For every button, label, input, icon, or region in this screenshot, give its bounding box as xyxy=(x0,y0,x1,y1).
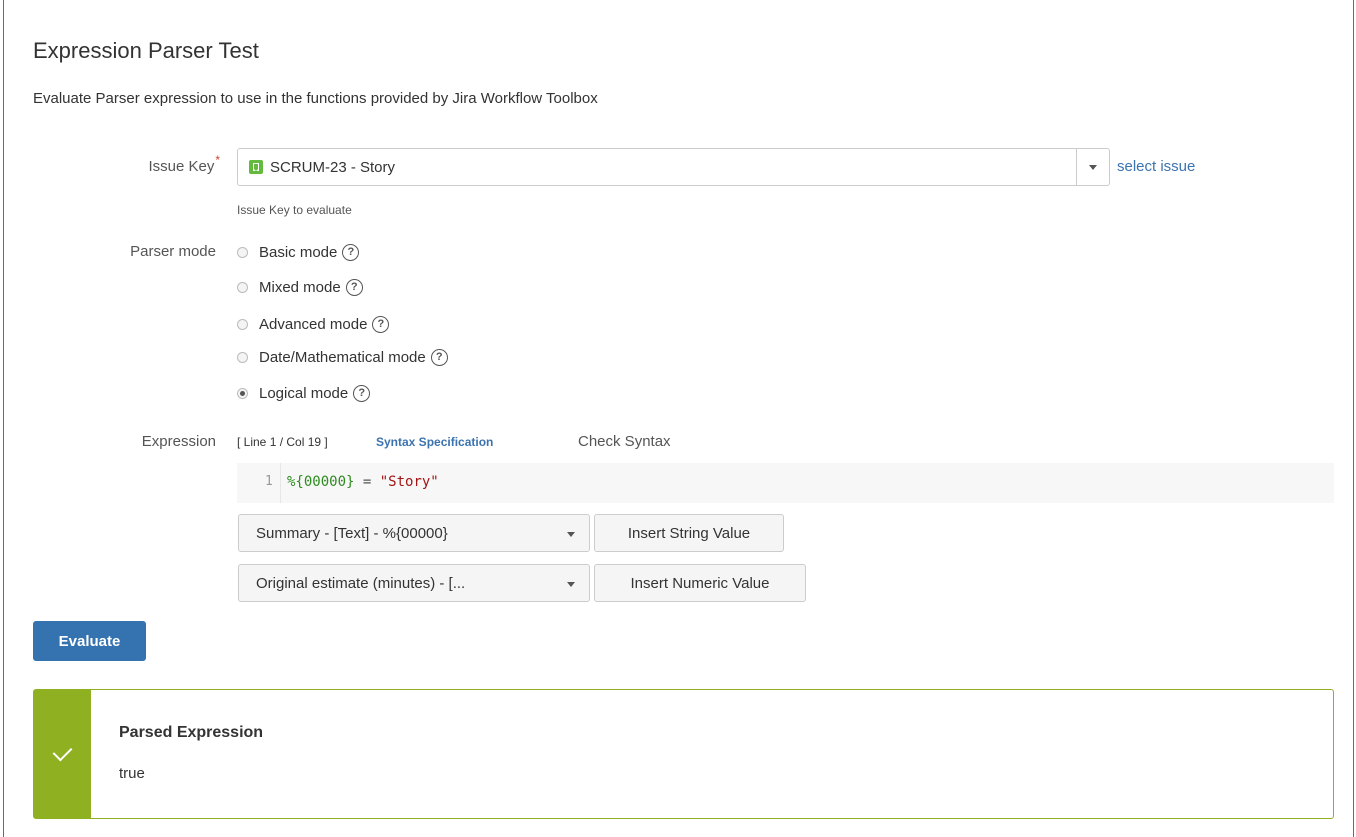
check-syntax-link[interactable]: Check Syntax xyxy=(578,433,671,450)
issue-key-hint: Issue Key to evaluate xyxy=(237,203,352,217)
issue-key-value: SCRUM-23 - Story xyxy=(270,158,396,176)
code-field-token: %{00000} xyxy=(287,474,355,490)
parser-mode-label: Parser mode xyxy=(130,243,216,260)
line-number: 1 xyxy=(265,474,273,489)
radio-button[interactable] xyxy=(237,318,248,330)
result-panel: Parsed Expression true xyxy=(33,689,1334,819)
radio-button-checked[interactable] xyxy=(237,387,248,399)
radio-basic-mode[interactable]: Basic mode ? xyxy=(237,241,360,263)
required-marker: * xyxy=(215,153,220,167)
check-icon xyxy=(52,741,73,761)
chevron-down-icon xyxy=(1089,164,1097,170)
radio-button[interactable] xyxy=(237,281,248,293)
help-icon[interactable]: ? xyxy=(353,384,371,402)
radio-button[interactable] xyxy=(237,351,248,363)
radio-date-mathematical-mode[interactable]: Date/Mathematical mode ? xyxy=(237,346,448,368)
select-issue-link[interactable]: select issue xyxy=(1117,158,1195,175)
issue-key-label: Issue Key* xyxy=(100,153,220,175)
chevron-down-icon xyxy=(567,532,575,537)
radio-label: Advanced mode xyxy=(259,315,368,333)
cursor-position: [ Line 1 / Col 19 ] xyxy=(237,435,328,449)
page-title: Expression Parser Test xyxy=(33,38,259,63)
result-title: Parsed Expression xyxy=(119,724,264,741)
success-bar xyxy=(34,690,91,818)
chevron-down-icon xyxy=(567,582,575,587)
numeric-field-select-value: Original estimate (minutes) - [... xyxy=(256,574,466,592)
radio-label: Logical mode xyxy=(259,384,349,402)
string-field-select-value: Summary - [Text] - %{00000} xyxy=(256,524,448,542)
radio-label: Date/Mathematical mode xyxy=(259,348,426,366)
story-icon xyxy=(249,160,263,174)
numeric-field-select[interactable]: Original estimate (minutes) - [... xyxy=(238,564,590,602)
expression-editor[interactable]: 1 %{00000} = "Story" xyxy=(237,463,1334,503)
expression-label: Expression xyxy=(141,433,216,450)
code-line[interactable]: %{00000} = "Story" xyxy=(287,474,439,490)
issue-key-dropdown-toggle[interactable] xyxy=(1076,149,1109,185)
string-field-select[interactable]: Summary - [Text] - %{00000} xyxy=(238,514,590,552)
line-gutter: 1 xyxy=(237,463,281,503)
help-icon[interactable]: ? xyxy=(342,243,360,261)
insert-string-value-button[interactable]: Insert String Value xyxy=(594,514,784,552)
radio-advanced-mode[interactable]: Advanced mode ? xyxy=(237,313,390,335)
radio-button[interactable] xyxy=(237,246,248,258)
radio-label: Mixed mode xyxy=(259,278,341,296)
syntax-specification-link[interactable]: Syntax Specification xyxy=(376,435,493,449)
issue-key-select[interactable]: SCRUM-23 - Story xyxy=(237,148,1110,186)
radio-logical-mode[interactable]: Logical mode ? xyxy=(237,382,371,404)
insert-numeric-value-button[interactable]: Insert Numeric Value xyxy=(594,564,806,602)
page-description: Evaluate Parser expression to use in the… xyxy=(33,90,598,107)
evaluate-button[interactable]: Evaluate xyxy=(33,621,146,661)
help-icon[interactable]: ? xyxy=(372,315,390,333)
radio-label: Basic mode xyxy=(259,243,338,261)
help-icon[interactable]: ? xyxy=(430,348,448,366)
code-string-token: "Story" xyxy=(379,474,439,490)
code-operator-token: = xyxy=(354,474,380,490)
result-value: true xyxy=(119,765,145,782)
help-icon[interactable]: ? xyxy=(345,278,363,296)
radio-mixed-mode[interactable]: Mixed mode ? xyxy=(237,276,363,298)
issue-key-label-text: Issue Key xyxy=(148,158,215,175)
